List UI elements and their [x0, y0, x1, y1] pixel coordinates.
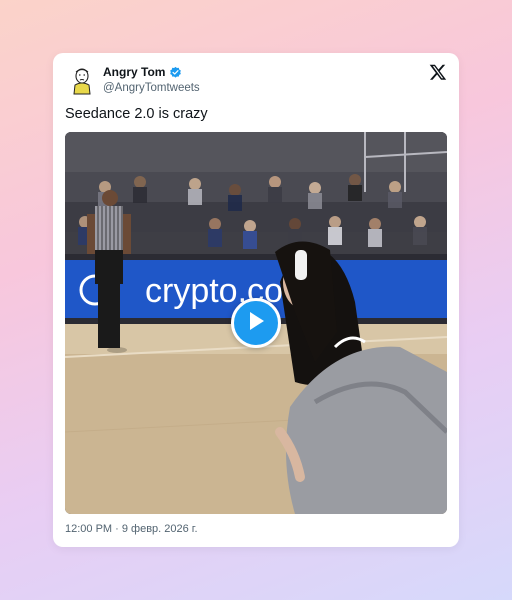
author-name[interactable]: Angry Tom	[103, 65, 182, 79]
author-avatar[interactable]	[65, 63, 99, 97]
play-button[interactable]	[231, 298, 281, 348]
tweet-text: Seedance 2.0 is crazy	[65, 106, 208, 122]
x-logo-icon[interactable]	[429, 63, 447, 81]
tweet-timestamp[interactable]: 12:00 PM · 9 февр. 2026 г.	[65, 523, 198, 535]
tweet-card: Angry Tom @AngryTomtweets Seedance 2.0 i…	[53, 53, 459, 547]
play-icon	[246, 310, 266, 337]
author-name-text: Angry Tom	[103, 65, 166, 79]
author-handle[interactable]: @AngryTomtweets	[103, 82, 200, 94]
verified-badge-icon	[169, 66, 182, 79]
tweet-video[interactable]: crypto.com	[65, 132, 447, 514]
